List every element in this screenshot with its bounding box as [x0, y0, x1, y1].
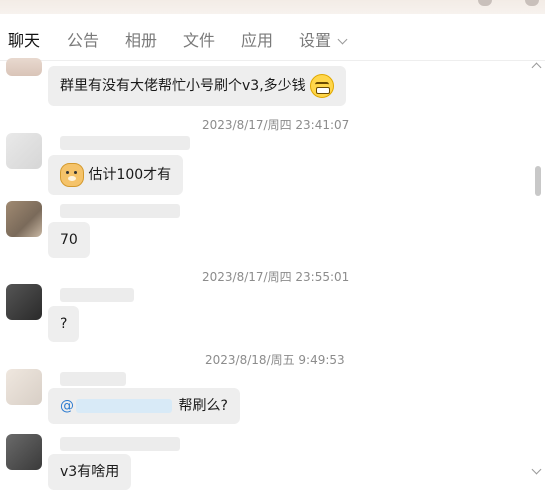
mention-user[interactable]	[76, 399, 172, 413]
message-text: 估计100才有	[88, 167, 172, 183]
tab-divider	[0, 60, 545, 61]
message-text: 帮刷么?	[178, 398, 228, 414]
window-control-icon[interactable]	[525, 0, 539, 6]
message-bubble[interactable]: @ 帮刷么?	[48, 388, 240, 424]
avatar[interactable]	[6, 58, 42, 76]
chevron-down-icon	[337, 34, 348, 45]
sender-name	[60, 437, 180, 451]
tab-settings-label: 设置	[299, 31, 332, 50]
scroll-down-icon[interactable]	[531, 464, 542, 475]
tab-announcements[interactable]: 公告	[67, 30, 99, 52]
mention-at-sign: @	[60, 398, 74, 414]
avatar[interactable]	[6, 434, 42, 470]
avatar[interactable]	[6, 284, 42, 320]
sender-name	[60, 372, 126, 386]
avatar[interactable]	[6, 201, 42, 237]
window-top-strip	[0, 0, 545, 14]
group-tab-bar: 聊天 公告 相册 文件 应用 设置	[0, 14, 545, 63]
avatar[interactable]	[6, 369, 42, 405]
message-timestamp: 2023/8/17/周四 23:55:01	[202, 270, 350, 284]
message-bubble[interactable]: 估计100才有	[48, 155, 184, 195]
tab-chat[interactable]: 聊天	[8, 30, 40, 52]
scroll-up-icon[interactable]	[531, 62, 542, 73]
sender-name	[60, 136, 190, 150]
sender-name	[60, 204, 180, 218]
message-timestamp: 2023/8/17/周四 23:41:07	[202, 118, 350, 132]
tab-album[interactable]: 相册	[125, 30, 157, 52]
scrollbar-thumb[interactable]	[535, 166, 541, 196]
avatar[interactable]	[6, 133, 42, 169]
message-text: ?	[60, 316, 68, 332]
tab-files[interactable]: 文件	[183, 30, 215, 52]
grin-emoji-icon	[310, 74, 335, 98]
message-bubble[interactable]: ?	[48, 306, 80, 342]
message-text: 群里有没有大佬帮忙小号刷个v3,多少钱	[60, 78, 306, 94]
tab-apps[interactable]: 应用	[241, 30, 273, 52]
dog-emoji-icon	[60, 163, 84, 187]
message-bubble[interactable]: 群里有没有大佬帮忙小号刷个v3,多少钱	[48, 66, 347, 106]
message-timestamp: 2023/8/18/周五 9:49:53	[205, 353, 345, 367]
window-control-icon[interactable]	[478, 0, 492, 6]
message-bubble[interactable]: 70	[48, 222, 90, 258]
message-text: v3有啥用	[60, 464, 120, 480]
tab-settings[interactable]: 设置	[299, 30, 348, 52]
message-text: 70	[60, 232, 78, 248]
sender-name	[60, 288, 134, 302]
message-bubble[interactable]: v3有啥用	[48, 454, 132, 490]
